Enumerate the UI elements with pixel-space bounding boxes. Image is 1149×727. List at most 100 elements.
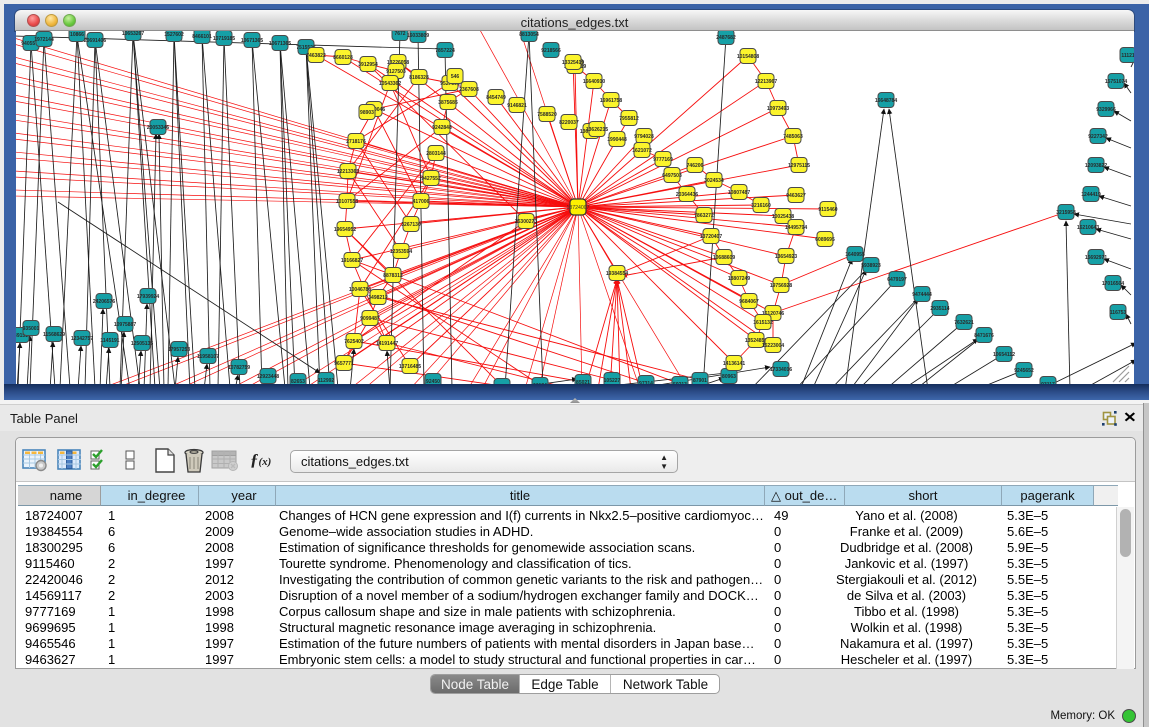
svg-text:10025438: 10025438: [772, 214, 794, 220]
svg-text:9463627: 9463627: [786, 193, 806, 199]
svg-text:12505135: 12505135: [131, 341, 153, 347]
svg-text:11958107: 11958107: [197, 354, 219, 360]
svg-text:9684067: 9684067: [739, 299, 759, 305]
svg-text:3875685: 3875685: [438, 100, 458, 106]
svg-text:3024534: 3024534: [704, 178, 724, 184]
svg-text:2367608: 2367608: [459, 87, 479, 93]
svg-text:15751074: 15751074: [1105, 79, 1127, 85]
svg-text:16033809: 16033809: [407, 33, 429, 39]
svg-text:3498212: 3498212: [368, 295, 388, 301]
svg-text:2718176: 2718176: [346, 139, 366, 145]
svg-text:6089695: 6089695: [815, 237, 835, 243]
svg-text:10671365: 10671365: [241, 38, 263, 44]
svg-text:10107553: 10107553: [336, 199, 358, 205]
svg-text:18724007: 18724007: [566, 205, 589, 211]
svg-text:9329966: 9329966: [1096, 107, 1116, 113]
svg-text:935001: 935001: [23, 326, 40, 332]
svg-text:8466101: 8466101: [192, 34, 212, 40]
svg-text:12342757: 12342757: [71, 336, 93, 342]
svg-text:10654112: 10654112: [993, 352, 1015, 358]
svg-text:14495794: 14495794: [785, 225, 807, 231]
svg-text:10154808: 10154808: [737, 54, 759, 60]
svg-text:9474444: 9474444: [912, 292, 932, 298]
svg-text:17334016: 17334016: [770, 367, 792, 373]
svg-text:7463822: 7463822: [306, 53, 326, 59]
svg-text:9427552: 9427552: [421, 176, 441, 182]
svg-text:5938923: 5938923: [861, 263, 881, 269]
svg-text:9099487: 9099487: [360, 316, 380, 322]
svg-text:116753: 116753: [1110, 310, 1127, 316]
svg-text:18807249: 18807249: [728, 276, 750, 282]
svg-text:9794028: 9794028: [634, 134, 654, 140]
svg-text:9245652: 9245652: [1014, 368, 1034, 374]
svg-text:8186328: 8186328: [409, 75, 429, 81]
svg-text:16961758: 16961758: [600, 98, 622, 104]
svg-text:16648784: 16648784: [875, 98, 897, 104]
svg-text:14191447: 14191447: [376, 341, 398, 347]
svg-text:7672: 7672: [394, 31, 405, 37]
svg-text:3267130: 3267130: [401, 222, 421, 228]
svg-text:9146821: 9146821: [507, 103, 527, 109]
svg-text:12093822: 12093822: [1085, 163, 1107, 169]
svg-text:9115460: 9115460: [818, 207, 837, 213]
svg-text:8813054: 8813054: [519, 32, 539, 38]
svg-text:546: 546: [451, 74, 460, 80]
svg-text:1145191: 1145191: [100, 338, 119, 344]
svg-text:10973493: 10973493: [767, 106, 789, 112]
svg-text:10807487: 10807487: [728, 190, 750, 196]
svg-text:112992: 112992: [318, 378, 335, 384]
svg-text:8454749: 8454749: [486, 95, 506, 101]
svg-text:6497503: 6497503: [662, 173, 682, 179]
svg-text:12213967: 12213967: [755, 79, 777, 85]
svg-text:7485063: 7485063: [783, 134, 803, 140]
svg-text:2935114: 2935114: [930, 306, 949, 312]
svg-text:12975115: 12975115: [788, 163, 810, 169]
svg-text:12213363: 12213363: [337, 169, 359, 175]
svg-text:10866: 10866: [70, 32, 84, 38]
svg-text:8220037: 8220037: [559, 120, 579, 126]
svg-text:25300273: 25300273: [515, 219, 537, 225]
svg-text:6479197: 6479197: [887, 277, 907, 283]
svg-text:10719185: 10719185: [213, 36, 235, 42]
svg-text:10688609: 10688609: [713, 255, 735, 261]
svg-text:9127503: 9127503: [386, 69, 406, 75]
svg-text:10975887: 10975887: [114, 322, 136, 328]
svg-text:16210643: 16210643: [1077, 225, 1099, 231]
svg-text:2487682: 2487682: [716, 35, 736, 41]
svg-text:9218566: 9218566: [541, 48, 561, 54]
svg-text:17957253: 17957253: [168, 347, 190, 353]
svg-text:1972144: 1972144: [34, 37, 54, 43]
svg-text:20691406: 20691406: [84, 38, 106, 44]
svg-text:8660128: 8660128: [333, 55, 353, 61]
svg-text:11568629: 11568629: [43, 332, 65, 338]
svg-text:15223004: 15223004: [762, 343, 784, 349]
svg-text:20364436: 20364436: [676, 192, 698, 198]
svg-text:16640910: 16640910: [583, 79, 605, 85]
svg-text:7863272: 7863272: [694, 213, 714, 219]
svg-text:9242848: 9242848: [432, 125, 452, 131]
svg-text:2803144: 2803144: [426, 151, 446, 157]
svg-text:1527602: 1527602: [164, 32, 184, 38]
svg-text:7857224: 7857224: [435, 48, 455, 54]
svg-text:13654923: 13654923: [775, 254, 797, 260]
svg-text:417006: 417006: [413, 199, 430, 205]
svg-text:19654952: 19654952: [334, 227, 356, 233]
svg-text:9227342: 9227342: [1088, 134, 1108, 140]
svg-text:19756928: 19756928: [770, 283, 792, 289]
svg-text:13626215: 13626215: [586, 127, 608, 133]
svg-text:10543362: 10543362: [379, 81, 401, 87]
svg-text:87901: 87901: [693, 378, 707, 384]
svg-text:13720407: 13720407: [700, 234, 722, 240]
svg-text:24206576: 24206576: [93, 299, 115, 305]
svg-text:8471676: 8471676: [974, 333, 994, 339]
svg-text:13716485: 13716485: [399, 364, 421, 370]
svg-text:15692971: 15692971: [1085, 255, 1107, 261]
svg-text:19384554: 19384554: [606, 271, 628, 277]
svg-text:3216160: 3216160: [751, 203, 771, 209]
svg-text:1990448: 1990448: [607, 137, 627, 143]
svg-text:1244419: 1244419: [1081, 192, 1101, 198]
svg-text:1640955: 1640955: [845, 252, 865, 258]
svg-text:13325419: 13325419: [562, 60, 584, 66]
svg-text:1621072: 1621072: [632, 148, 652, 154]
svg-text:17939924: 17939924: [137, 294, 159, 300]
